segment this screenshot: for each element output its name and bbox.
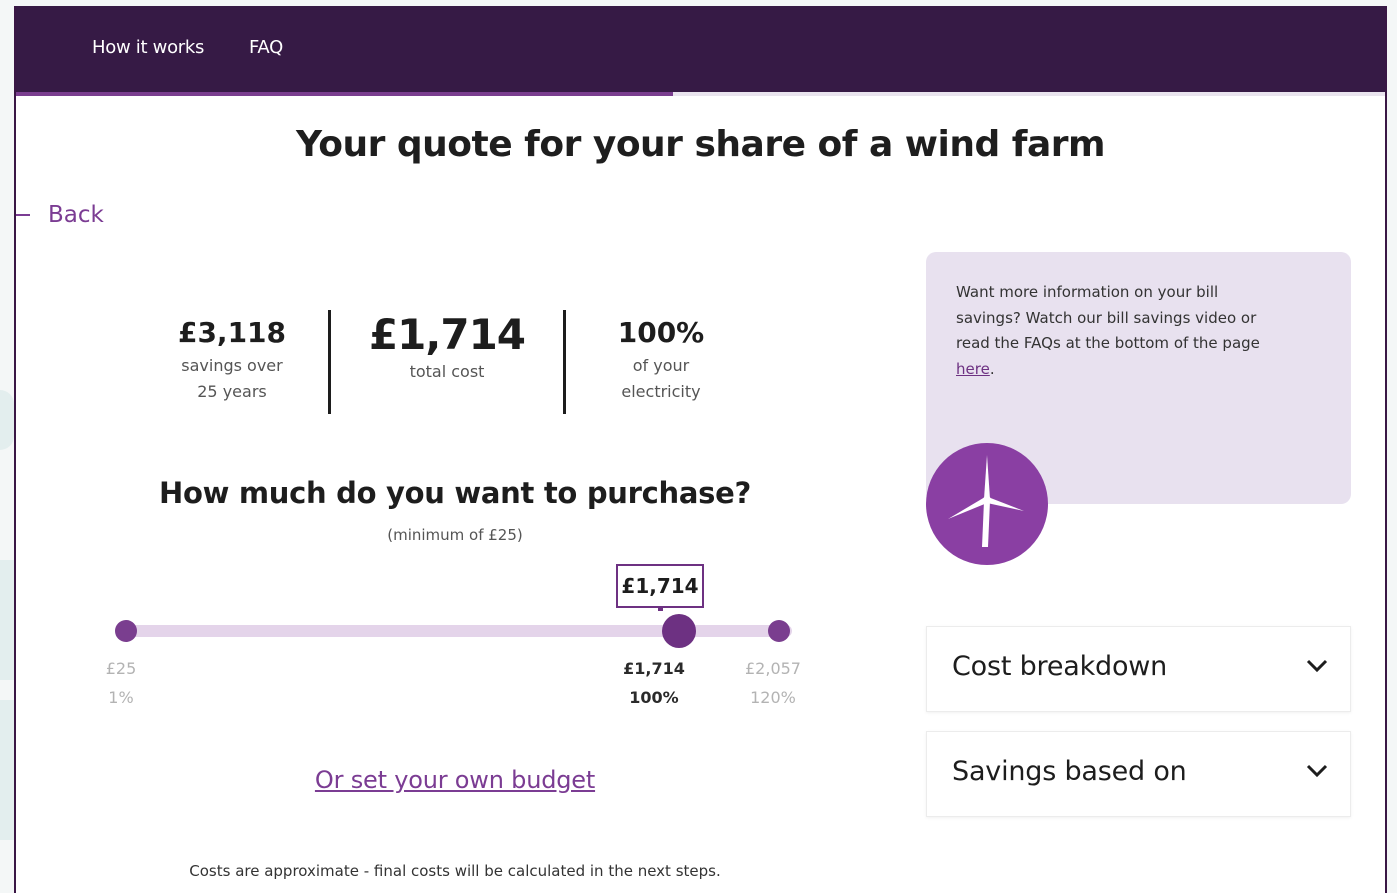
tick-amount: £2,057 [745, 659, 801, 678]
background-decoration [0, 390, 14, 450]
back-label: Back [48, 202, 104, 228]
background-decoration [0, 700, 14, 840]
electricity-label-line2: electricity [621, 382, 701, 401]
slider-thumb[interactable] [661, 614, 696, 648]
electricity-value: 100% [617, 316, 705, 349]
wind-turbine-icon [926, 443, 1048, 565]
info-here-link[interactable]: here [956, 360, 990, 378]
progress-bar [16, 92, 1385, 96]
total-cost-value: £1,714 [368, 310, 526, 359]
info-line: savings? Watch our bill savings video or [956, 308, 1257, 327]
savings-value: £3,118 [177, 316, 287, 349]
slider-min-dot[interactable] [115, 620, 137, 642]
progress-fill [16, 92, 674, 96]
purchase-question: How much do you want to purchase? [158, 476, 752, 510]
slider-value-tooltip: £1,714 [616, 564, 704, 611]
app-frame: How it works FAQ Your quote for your sha… [14, 6, 1387, 893]
electricity-label: of your electricity [596, 353, 726, 405]
back-arrow-icon [16, 214, 30, 216]
cost-disclaimer: Costs are approximate - final costs will… [189, 862, 721, 880]
info-line: read the FAQs at the bottom of the page [956, 334, 1260, 352]
tick-amount: £1,714 [623, 659, 685, 678]
info-line: Want more information on your bill [956, 283, 1219, 301]
savings-label: savings over 25 years [162, 353, 302, 405]
stat-savings: £3,118 savings over 25 years [162, 316, 302, 405]
slider-tick-max: £2,057 120% [733, 654, 813, 712]
purchase-hint: (minimum of £25) [387, 526, 523, 544]
set-own-budget-link[interactable]: Or set your own budget [315, 766, 595, 794]
slider-tick-min: £25 1% [94, 654, 148, 712]
tick-percent: 1% [108, 688, 134, 707]
nav-faq[interactable]: FAQ [249, 37, 283, 58]
stat-divider [563, 310, 566, 414]
slider-tick-current: £1,714 100% [614, 654, 694, 712]
info-line: here. [956, 357, 1316, 383]
top-navbar: How it works FAQ [16, 6, 1385, 92]
savings-based-on-accordion[interactable]: Savings based on [926, 731, 1351, 817]
cost-breakdown-accordion[interactable]: Cost breakdown [926, 626, 1351, 712]
slider-max-dot[interactable] [768, 620, 790, 642]
electricity-label-line1: of your [632, 356, 690, 375]
tick-percent: 120% [750, 688, 796, 707]
info-link-suffix: . [989, 359, 995, 378]
savings-label-line2: 25 years [197, 382, 267, 401]
total-cost-label: total cost [409, 362, 485, 381]
chevron-down-icon [1306, 659, 1328, 673]
info-text: Want more information on your bill savin… [956, 280, 1316, 382]
back-link[interactable]: Back [16, 202, 104, 228]
tick-percent: 100% [629, 688, 679, 707]
cost-breakdown-title: Cost breakdown [952, 651, 1168, 682]
savings-based-on-title: Savings based on [952, 756, 1187, 787]
stat-electricity: 100% of your electricity [596, 316, 726, 405]
tick-amount: £25 [105, 659, 137, 678]
chevron-down-icon [1306, 764, 1328, 778]
stat-divider [328, 310, 331, 414]
own-budget-wrapper: Or set your own budget [16, 766, 894, 794]
nav-how-it-works[interactable]: How it works [92, 37, 204, 58]
savings-label-line1: savings over [181, 356, 283, 375]
page-title: Your quote for your share of a wind farm [295, 124, 1106, 165]
background-decoration [0, 560, 14, 680]
wind-turbine-svg [948, 455, 1024, 547]
stat-total-cost: £1,714 total cost [362, 310, 532, 385]
